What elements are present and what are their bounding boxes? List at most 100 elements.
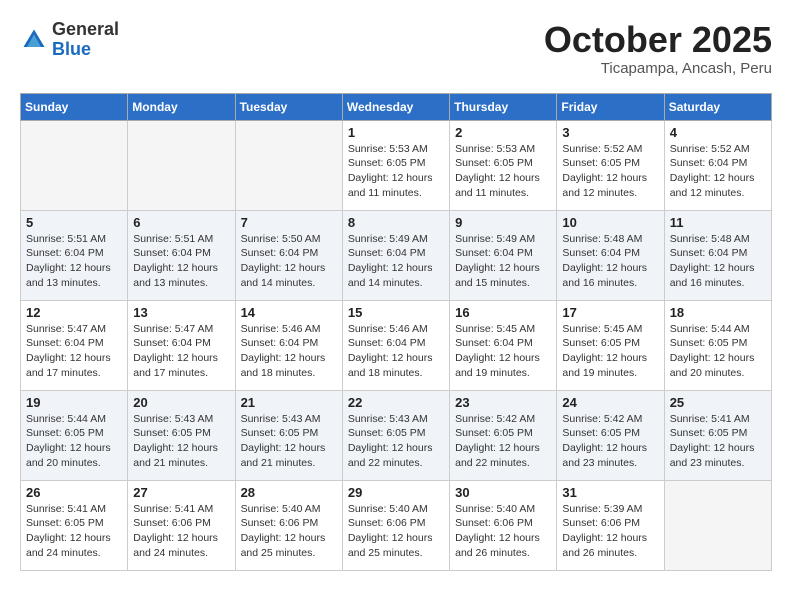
day-number: 11: [670, 215, 766, 230]
day-cell: 11 Sunrise: 5:48 AM Sunset: 6:04 PM Dayli…: [664, 210, 771, 300]
day-cell: 7 Sunrise: 5:50 AM Sunset: 6:04 PM Daylig…: [235, 210, 342, 300]
col-header-monday: Monday: [128, 93, 235, 120]
day-number: 23: [455, 395, 551, 410]
day-number: 16: [455, 305, 551, 320]
day-cell: 24 Sunrise: 5:42 AM Sunset: 6:05 PM Dayli…: [557, 390, 664, 480]
day-info: Sunrise: 5:47 AM Sunset: 6:04 PM Dayligh…: [26, 322, 122, 381]
day-cell: 14Sunrise: 5:46 AM Sunset: 6:04 PM Dayli…: [235, 300, 342, 390]
day-number: 13: [133, 305, 229, 320]
day-info: Sunrise: 5:41 AM Sunset: 6:05 PM Dayligh…: [26, 502, 122, 561]
day-number: 27: [133, 485, 229, 500]
day-number: 19: [26, 395, 122, 410]
day-info: Sunrise: 5:40 AM Sunset: 6:06 PM Dayligh…: [455, 502, 551, 561]
day-cell: 1Sunrise: 5:53 AM Sunset: 6:05 PM Daylig…: [342, 120, 449, 210]
day-number: 3: [562, 125, 658, 140]
day-info: Sunrise: 5:39 AM Sunset: 6:06 PM Dayligh…: [562, 502, 658, 561]
day-cell: 12Sunrise: 5:47 AM Sunset: 6:04 PM Dayli…: [21, 300, 128, 390]
day-info: Sunrise: 5:49 AM Sunset: 6:04 PM Dayligh…: [348, 232, 444, 291]
week-row-5: 26 Sunrise: 5:41 AM Sunset: 6:05 PM Dayli…: [21, 480, 772, 570]
location: Ticapampa, Ancash, Peru: [544, 60, 772, 77]
day-info: Sunrise: 5:52 AM Sunset: 6:04 PM Dayligh…: [670, 142, 766, 201]
day-cell: 10Sunrise: 5:48 AM Sunset: 6:04 PM Dayli…: [557, 210, 664, 300]
day-number: 5: [26, 215, 122, 230]
day-info: Sunrise: 5:47 AM Sunset: 6:04 PM Dayligh…: [133, 322, 229, 381]
day-info: Sunrise: 5:41 AM Sunset: 6:06 PM Dayligh…: [133, 502, 229, 561]
day-cell: 15 Sunrise: 5:46 AM Sunset: 6:04 PM Dayli…: [342, 300, 449, 390]
day-info: Sunrise: 5:46 AM Sunset: 6:04 PM Dayligh…: [348, 322, 444, 381]
day-number: 4: [670, 125, 766, 140]
day-cell: 5 Sunrise: 5:51 AM Sunset: 6:04 PM Daylig…: [21, 210, 128, 300]
day-info: Sunrise: 5:51 AM Sunset: 6:04 PM Dayligh…: [26, 232, 122, 291]
day-number: 26: [26, 485, 122, 500]
day-cell: 8 Sunrise: 5:49 AM Sunset: 6:04 PM Daylig…: [342, 210, 449, 300]
col-header-wednesday: Wednesday: [342, 93, 449, 120]
day-cell: 30 Sunrise: 5:40 AM Sunset: 6:06 PM Dayli…: [450, 480, 557, 570]
month-title: October 2025: [544, 20, 772, 60]
day-number: 30: [455, 485, 551, 500]
day-cell: 28Sunrise: 5:40 AM Sunset: 6:06 PM Dayli…: [235, 480, 342, 570]
day-number: 22: [348, 395, 444, 410]
day-number: 9: [455, 215, 551, 230]
day-number: 8: [348, 215, 444, 230]
col-header-sunday: Sunday: [21, 93, 128, 120]
day-cell: 16 Sunrise: 5:45 AM Sunset: 6:04 PM Dayli…: [450, 300, 557, 390]
logo-blue: Blue: [52, 39, 91, 59]
title-block: October 2025 Ticapampa, Ancash, Peru: [544, 20, 772, 77]
day-cell: 9 Sunrise: 5:49 AM Sunset: 6:04 PM Daylig…: [450, 210, 557, 300]
day-number: 31: [562, 485, 658, 500]
day-info: Sunrise: 5:46 AM Sunset: 6:04 PM Dayligh…: [241, 322, 337, 381]
day-cell: 27 Sunrise: 5:41 AM Sunset: 6:06 PM Dayli…: [128, 480, 235, 570]
day-info: Sunrise: 5:45 AM Sunset: 6:04 PM Dayligh…: [455, 322, 551, 381]
day-info: Sunrise: 5:43 AM Sunset: 6:05 PM Dayligh…: [241, 412, 337, 471]
day-info: Sunrise: 5:43 AM Sunset: 6:05 PM Dayligh…: [348, 412, 444, 471]
day-number: 24: [562, 395, 658, 410]
day-info: Sunrise: 5:40 AM Sunset: 6:06 PM Dayligh…: [241, 502, 337, 561]
day-cell: 18 Sunrise: 5:44 AM Sunset: 6:05 PM Dayli…: [664, 300, 771, 390]
day-info: Sunrise: 5:45 AM Sunset: 6:05 PM Dayligh…: [562, 322, 658, 381]
day-cell: [128, 120, 235, 210]
day-info: Sunrise: 5:41 AM Sunset: 6:05 PM Dayligh…: [670, 412, 766, 471]
logo-text: General Blue: [52, 20, 119, 60]
logo-icon: [20, 26, 48, 54]
day-cell: 19Sunrise: 5:44 AM Sunset: 6:05 PM Dayli…: [21, 390, 128, 480]
day-cell: [235, 120, 342, 210]
day-number: 17: [562, 305, 658, 320]
day-number: 18: [670, 305, 766, 320]
week-row-2: 5 Sunrise: 5:51 AM Sunset: 6:04 PM Daylig…: [21, 210, 772, 300]
day-info: Sunrise: 5:42 AM Sunset: 6:05 PM Dayligh…: [455, 412, 551, 471]
day-info: Sunrise: 5:42 AM Sunset: 6:05 PM Dayligh…: [562, 412, 658, 471]
day-info: Sunrise: 5:48 AM Sunset: 6:04 PM Dayligh…: [562, 232, 658, 291]
day-number: 6: [133, 215, 229, 230]
day-number: 7: [241, 215, 337, 230]
day-number: 29: [348, 485, 444, 500]
col-header-friday: Friday: [557, 93, 664, 120]
day-info: Sunrise: 5:53 AM Sunset: 6:05 PM Dayligh…: [348, 142, 444, 201]
day-cell: 2 Sunrise: 5:53 AM Sunset: 6:05 PM Daylig…: [450, 120, 557, 210]
day-cell: [664, 480, 771, 570]
day-cell: 31 Sunrise: 5:39 AM Sunset: 6:06 PM Dayli…: [557, 480, 664, 570]
day-cell: 13 Sunrise: 5:47 AM Sunset: 6:04 PM Dayli…: [128, 300, 235, 390]
day-number: 15: [348, 305, 444, 320]
day-number: 2: [455, 125, 551, 140]
day-info: Sunrise: 5:40 AM Sunset: 6:06 PM Dayligh…: [348, 502, 444, 561]
col-header-saturday: Saturday: [664, 93, 771, 120]
day-cell: 23 Sunrise: 5:42 AM Sunset: 6:05 PM Dayli…: [450, 390, 557, 480]
day-cell: 29 Sunrise: 5:40 AM Sunset: 6:06 PM Dayli…: [342, 480, 449, 570]
col-header-thursday: Thursday: [450, 93, 557, 120]
week-row-1: 1Sunrise: 5:53 AM Sunset: 6:05 PM Daylig…: [21, 120, 772, 210]
logo: General Blue: [20, 20, 119, 60]
day-cell: 26 Sunrise: 5:41 AM Sunset: 6:05 PM Dayli…: [21, 480, 128, 570]
day-info: Sunrise: 5:44 AM Sunset: 6:05 PM Dayligh…: [670, 322, 766, 381]
calendar: SundayMondayTuesdayWednesdayThursdayFrid…: [20, 93, 772, 571]
day-info: Sunrise: 5:53 AM Sunset: 6:05 PM Dayligh…: [455, 142, 551, 201]
day-info: Sunrise: 5:52 AM Sunset: 6:05 PM Dayligh…: [562, 142, 658, 201]
header: General Blue October 2025 Ticapampa, Anc…: [20, 20, 772, 77]
day-cell: [21, 120, 128, 210]
day-info: Sunrise: 5:50 AM Sunset: 6:04 PM Dayligh…: [241, 232, 337, 291]
day-cell: 3 Sunrise: 5:52 AM Sunset: 6:05 PM Daylig…: [557, 120, 664, 210]
day-info: Sunrise: 5:48 AM Sunset: 6:04 PM Dayligh…: [670, 232, 766, 291]
day-number: 25: [670, 395, 766, 410]
week-row-3: 12Sunrise: 5:47 AM Sunset: 6:04 PM Dayli…: [21, 300, 772, 390]
week-row-4: 19Sunrise: 5:44 AM Sunset: 6:05 PM Dayli…: [21, 390, 772, 480]
day-info: Sunrise: 5:49 AM Sunset: 6:04 PM Dayligh…: [455, 232, 551, 291]
